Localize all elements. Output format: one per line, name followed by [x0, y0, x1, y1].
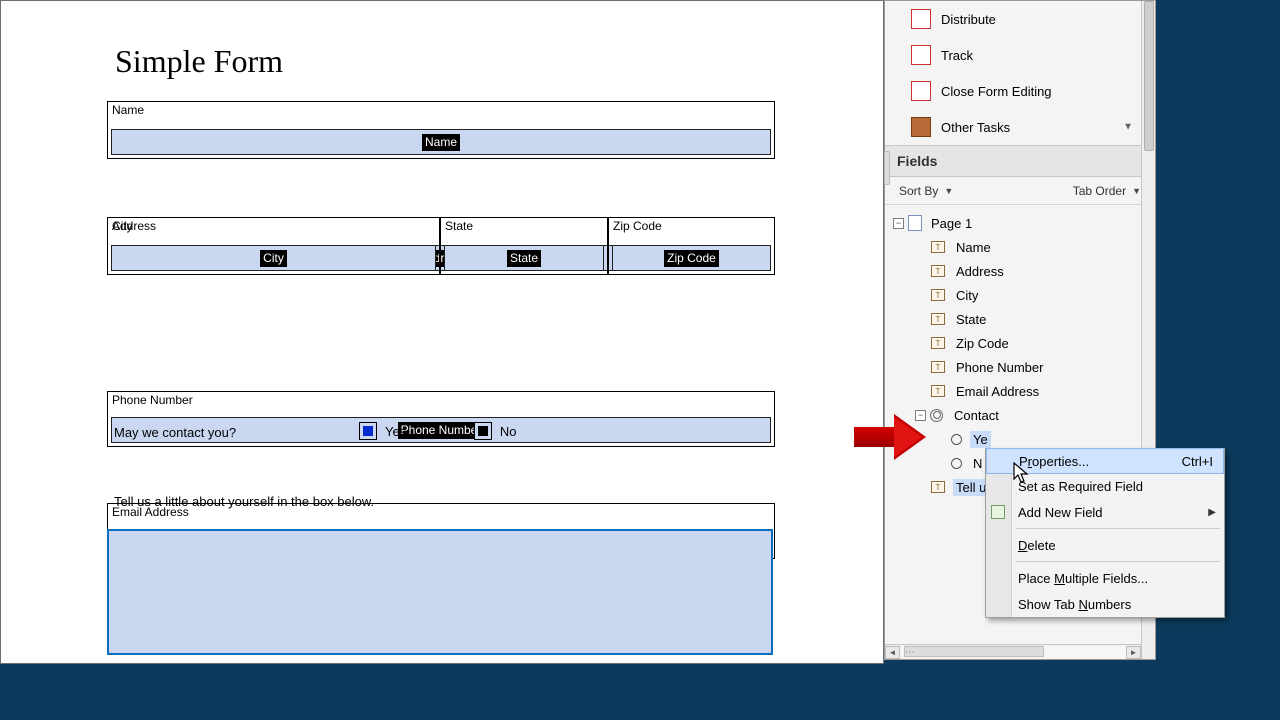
- panel-drag-handle[interactable]: [884, 151, 890, 185]
- task-track-label: Track: [941, 48, 973, 63]
- text-field-icon: [931, 313, 945, 325]
- label-state: State: [445, 219, 473, 233]
- radio-yes-box: [359, 422, 377, 440]
- ctx-show-tab-numbers[interactable]: Show Tab Numbers: [986, 591, 1224, 617]
- form-title: Simple Form: [115, 43, 283, 80]
- text-field-icon: [931, 265, 945, 277]
- ctx-place-multiple-fields[interactable]: Place Multiple Fields...: [986, 565, 1224, 591]
- document-page: Simple Form Name Name Address Address Ci…: [7, 1, 869, 657]
- field-group-city-state-zip: City City State State Zip Code Zip Code: [107, 217, 775, 275]
- text-field-icon: [931, 241, 945, 253]
- task-distribute[interactable]: Distribute: [885, 1, 1155, 37]
- radio-icon: [951, 434, 962, 445]
- document-window: Simple Form Name Name Address Address Ci…: [0, 0, 884, 664]
- text-field-icon: [931, 481, 945, 493]
- tree-field-phone[interactable]: Phone Number: [893, 355, 1155, 379]
- task-close-label: Close Form Editing: [941, 84, 1052, 99]
- tab-order-dropdown[interactable]: Tab Order ▼: [1073, 184, 1141, 198]
- field-group-zip: Zip Code Zip Code: [608, 217, 775, 275]
- sort-by-label: Sort By: [899, 184, 938, 198]
- contact-radio-group: Yes No: [359, 422, 580, 440]
- ctx-add-new-field[interactable]: Add New Field ▶: [986, 499, 1224, 525]
- field-zip[interactable]: Zip Code: [612, 245, 771, 271]
- label-phone: Phone Number: [112, 393, 193, 407]
- task-other-label: Other Tasks: [941, 120, 1010, 135]
- briefcase-icon: [911, 117, 931, 137]
- tree-field-city[interactable]: City: [893, 283, 1155, 307]
- about-prompt: Tell us a little about yourself in the b…: [114, 494, 374, 509]
- label-city: City: [112, 219, 133, 233]
- page-icon: [908, 215, 922, 231]
- collapse-icon[interactable]: −: [893, 218, 904, 229]
- field-group-state: State State: [440, 217, 608, 275]
- context-menu-separator: [1016, 528, 1220, 529]
- field-state-tag: State: [507, 250, 541, 267]
- chevron-down-icon: ▼: [1123, 122, 1133, 133]
- label-zip: Zip Code: [613, 219, 662, 233]
- chevron-down-icon: ▼: [1132, 186, 1141, 196]
- field-city[interactable]: City: [111, 245, 436, 271]
- tree-page[interactable]: − Page 1: [893, 211, 1155, 235]
- distribute-icon: [911, 9, 931, 29]
- ctx-delete[interactable]: Delete: [986, 532, 1224, 558]
- callout-arrow: [854, 414, 932, 460]
- field-state[interactable]: State: [444, 245, 604, 271]
- radio-icon: [951, 458, 962, 469]
- scroll-thumb[interactable]: [1144, 1, 1154, 151]
- tree-field-state[interactable]: State: [893, 307, 1155, 331]
- field-zip-tag: Zip Code: [664, 250, 719, 267]
- text-field-icon: [931, 337, 945, 349]
- task-track[interactable]: Track: [885, 37, 1155, 73]
- context-menu: Properties... Ctrl+I Set as Required Fie…: [985, 448, 1225, 618]
- radio-no-label: No: [500, 424, 517, 439]
- tree-field-email[interactable]: Email Address: [893, 379, 1155, 403]
- text-field-icon: [931, 385, 945, 397]
- tree-field-address[interactable]: Address: [893, 259, 1155, 283]
- scroll-right-button[interactable]: ►: [1126, 646, 1141, 659]
- scroll-left-button[interactable]: ◄: [885, 646, 900, 659]
- label-name: Name: [112, 103, 144, 117]
- field-city-tag: City: [260, 250, 287, 267]
- radio-yes[interactable]: Yes: [359, 422, 406, 440]
- radio-yes-label: Yes: [385, 424, 406, 439]
- ctx-required-field[interactable]: Set as Required Field: [986, 473, 1224, 499]
- chevron-down-icon: ▼: [944, 186, 953, 196]
- scroll-thumb[interactable]: ⋯: [904, 646, 1044, 657]
- close-icon: [911, 81, 931, 101]
- field-group-name: Name Name: [107, 101, 775, 159]
- tree-field-name[interactable]: Name: [893, 235, 1155, 259]
- radio-no-box: [474, 422, 492, 440]
- contact-question: May we contact you?: [114, 425, 236, 440]
- tree-field-contact[interactable]: − Contact: [893, 403, 1155, 427]
- field-group-city: City City: [107, 217, 440, 275]
- add-new-field-icon: [991, 505, 1005, 519]
- radio-no[interactable]: No: [474, 422, 517, 440]
- context-menu-separator: [1016, 561, 1220, 562]
- panel-horizontal-scrollbar[interactable]: ◄ ⋯ ►: [885, 644, 1141, 659]
- task-distribute-label: Distribute: [941, 12, 996, 27]
- fields-header-label: Fields: [897, 153, 937, 169]
- tree-page-label: Page 1: [928, 215, 975, 232]
- text-field-icon: [931, 289, 945, 301]
- scroll-track[interactable]: ⋯: [900, 646, 1126, 659]
- fields-sort-row: Sort By ▼ Tab Order ▼: [885, 177, 1155, 205]
- app-root: Simple Form Name Name Address Address Ci…: [0, 0, 1280, 720]
- field-name[interactable]: Name: [111, 129, 771, 155]
- tree-field-zip[interactable]: Zip Code: [893, 331, 1155, 355]
- field-about[interactable]: [107, 529, 773, 655]
- track-icon: [911, 45, 931, 65]
- task-close-form-editing[interactable]: Close Form Editing: [885, 73, 1155, 109]
- tab-order-label: Tab Order: [1073, 184, 1126, 198]
- text-field-icon: [931, 361, 945, 373]
- task-other[interactable]: Other Tasks ▼: [885, 109, 1155, 145]
- ctx-properties-shortcut: Ctrl+I: [1182, 454, 1213, 469]
- chevron-right-icon: ▶: [1208, 507, 1216, 518]
- sort-by-dropdown[interactable]: Sort By ▼: [899, 184, 953, 198]
- ctx-properties[interactable]: Properties... Ctrl+I: [986, 448, 1224, 474]
- field-name-tag: Name: [422, 134, 460, 151]
- fields-header: Fields: [885, 145, 1155, 177]
